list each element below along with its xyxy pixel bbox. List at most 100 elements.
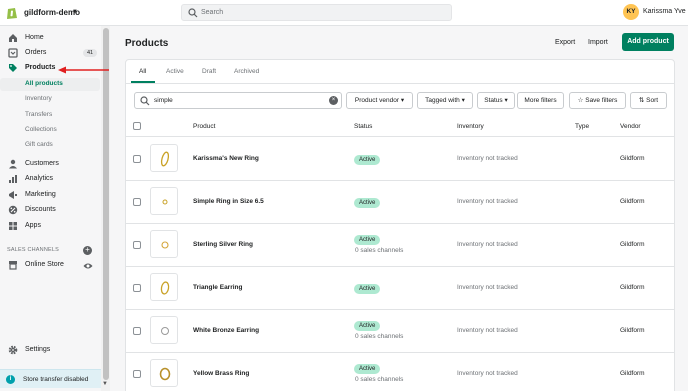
- export-button[interactable]: Export: [555, 39, 575, 46]
- analytics-icon: [9, 175, 17, 183]
- top-bar: gildform-demo ▼ Search KY Karissma Yve: [0, 0, 688, 26]
- tagged-with-filter-button[interactable]: Tagged with ▾: [417, 92, 473, 109]
- tab-all[interactable]: All: [139, 68, 146, 75]
- tab-draft[interactable]: Draft: [202, 68, 216, 75]
- sidebar-item-settings[interactable]: Settings: [0, 344, 100, 358]
- sidebar-subitem-label: Inventory: [25, 95, 52, 102]
- global-search-input[interactable]: Search: [181, 4, 452, 21]
- sidebar-item-label: Analytics: [25, 175, 54, 182]
- product-name-link[interactable]: Sterling Silver Ring: [193, 241, 253, 248]
- store-transfer-banner[interactable]: i Store transfer disabled: [0, 369, 101, 388]
- row-checkbox[interactable]: [133, 370, 141, 378]
- products-card: All Active Draft Archived simple × Produ…: [125, 59, 675, 391]
- filter-label: Save filters: [585, 97, 618, 104]
- shopify-logo-icon[interactable]: [6, 6, 18, 20]
- product-thumbnail[interactable]: [150, 144, 178, 172]
- sidebar-subitem-collections[interactable]: Collections: [0, 124, 100, 137]
- earring-image-icon: [160, 281, 170, 295]
- product-name-link[interactable]: Karissma's New Ring: [193, 155, 259, 162]
- product-thumbnail[interactable]: [150, 359, 178, 387]
- product-thumbnail[interactable]: [150, 273, 178, 301]
- add-sales-channel-plus-icon[interactable]: +: [83, 246, 92, 255]
- column-header-inventory[interactable]: Inventory: [457, 123, 484, 130]
- product-name-link[interactable]: Yellow Brass Ring: [193, 370, 249, 377]
- status-badge: Active: [354, 155, 381, 165]
- product-search-input[interactable]: simple ×: [134, 92, 342, 109]
- column-header-vendor[interactable]: Vendor: [620, 123, 641, 130]
- row-checkbox[interactable]: [133, 241, 141, 249]
- sidebar-item-label: Home: [25, 34, 44, 41]
- table-row[interactable]: Triangle Earring Active Inventory not tr…: [126, 267, 674, 310]
- select-all-checkbox[interactable]: [133, 122, 141, 130]
- sidebar-item-customers[interactable]: Customers: [0, 158, 100, 172]
- import-button[interactable]: Import: [588, 39, 608, 46]
- product-thumbnail[interactable]: [150, 316, 178, 344]
- add-product-button[interactable]: Add product: [622, 33, 674, 51]
- sidebar-item-apps[interactable]: Apps: [0, 220, 100, 234]
- status-badge: Active: [354, 235, 381, 245]
- avatar[interactable]: KY: [623, 4, 639, 20]
- sidebar-item-label: Marketing: [25, 191, 56, 198]
- sidebar-item-orders[interactable]: Orders 41: [0, 47, 100, 61]
- search-value: simple: [154, 97, 173, 104]
- sidebar-item-discounts[interactable]: Discounts: [0, 204, 100, 218]
- inventory-text: Inventory not tracked: [457, 327, 518, 334]
- row-checkbox[interactable]: [133, 155, 141, 163]
- sales-channels-heading: SALES CHANNELS: [7, 247, 60, 253]
- product-name-link[interactable]: Simple Ring in Size 6.5: [193, 198, 264, 205]
- sidebar-subitem-label: Collections: [25, 126, 57, 133]
- search-placeholder: Search: [201, 9, 224, 16]
- scroll-down-arrow-icon[interactable]: ▼: [102, 381, 108, 387]
- tab-active[interactable]: Active: [166, 68, 184, 75]
- sidebar-subitem-inventory[interactable]: Inventory: [0, 93, 100, 106]
- product-thumbnail[interactable]: [150, 187, 178, 215]
- tab-archived[interactable]: Archived: [234, 68, 259, 75]
- more-filters-button[interactable]: More filters: [517, 92, 564, 109]
- page-title: Products: [125, 38, 169, 49]
- sidebar-subitem-label: Gift cards: [25, 141, 53, 148]
- table-row[interactable]: Simple Ring in Size 6.5 Active Inventory…: [126, 181, 674, 224]
- table-row[interactable]: Yellow Brass Ring Active 0 sales channel…: [126, 353, 674, 391]
- status-filter-button[interactable]: Status ▾: [477, 92, 515, 109]
- column-header-type[interactable]: Type: [575, 123, 589, 130]
- orders-count-badge: 41: [83, 49, 98, 57]
- chevron-down-icon: ▾: [504, 97, 508, 104]
- store-icon: [9, 261, 17, 270]
- product-name-link[interactable]: Triangle Earring: [193, 284, 243, 291]
- ring-image-icon: [159, 367, 171, 381]
- sidebar-subitem-gift-cards[interactable]: Gift cards: [0, 139, 100, 152]
- table-row[interactable]: White Bronze Earring Active 0 sales chan…: [126, 310, 674, 353]
- filter-label: Sort: [646, 97, 659, 104]
- table-row[interactable]: Karissma's New Ring Active Inventory not…: [126, 138, 674, 181]
- column-header-status[interactable]: Status: [354, 123, 372, 130]
- search-icon: [188, 8, 198, 18]
- save-filters-button[interactable]: ☆ Save filters: [569, 92, 626, 109]
- sidebar-subitem-label: Transfers: [25, 111, 53, 118]
- inventory-text: Inventory not tracked: [457, 241, 518, 248]
- row-checkbox[interactable]: [133, 198, 141, 206]
- chevron-down-icon[interactable]: ▼: [72, 9, 78, 15]
- sort-icon: ⇅: [638, 97, 645, 104]
- chevron-down-icon: ▾: [400, 97, 405, 104]
- product-thumbnail[interactable]: [150, 230, 178, 258]
- sort-button[interactable]: ⇅ Sort: [630, 92, 667, 109]
- sidebar-subitem-all-products[interactable]: All products: [0, 78, 100, 91]
- product-name-link[interactable]: White Bronze Earring: [193, 327, 259, 334]
- user-name[interactable]: Karissma Yve: [643, 8, 686, 15]
- row-checkbox[interactable]: [133, 284, 141, 292]
- sidebar-item-marketing[interactable]: Marketing: [0, 189, 100, 203]
- inventory-text: Inventory not tracked: [457, 198, 518, 205]
- column-header-product[interactable]: Product: [193, 123, 215, 130]
- annotation-arrow-icon: [58, 66, 109, 74]
- orders-icon: [8, 48, 18, 58]
- sidebar-item-home[interactable]: Home: [0, 32, 100, 46]
- clear-search-icon[interactable]: ×: [329, 96, 338, 105]
- sidebar-scroll-thumb[interactable]: [103, 28, 109, 380]
- table-row[interactable]: Sterling Silver Ring Active 0 sales chan…: [126, 224, 674, 267]
- discount-icon: [8, 205, 18, 215]
- sidebar-subitem-transfers[interactable]: Transfers: [0, 109, 100, 122]
- product-vendor-filter-button[interactable]: Product vendor ▾: [346, 92, 413, 109]
- row-checkbox[interactable]: [133, 327, 141, 335]
- eye-icon[interactable]: [83, 261, 93, 271]
- sidebar-item-analytics[interactable]: Analytics: [0, 173, 100, 187]
